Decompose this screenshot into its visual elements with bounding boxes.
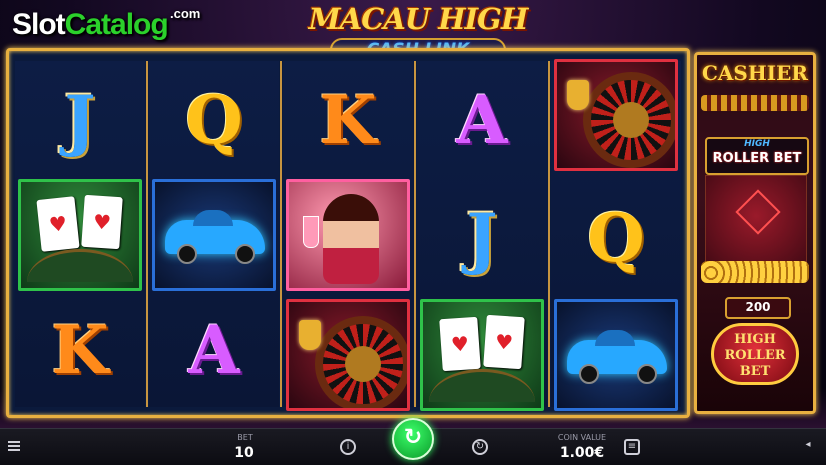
coin-value: 1.00€ xyxy=(559,445,605,461)
card-icon: ♥ xyxy=(36,196,80,252)
symbol-j: J xyxy=(417,179,547,297)
button-line: ROLLER xyxy=(724,348,786,363)
symbol-roulette-tile xyxy=(286,299,410,411)
reel-divider xyxy=(548,61,550,407)
car-wheel-icon xyxy=(579,364,599,384)
symbol-a: A xyxy=(417,61,547,179)
table-icon xyxy=(429,369,535,402)
symbol-letter: A xyxy=(188,311,240,389)
high-roller-bet-amount: 200 xyxy=(725,297,791,319)
symbol-j: J xyxy=(15,61,145,179)
coin-pile-icon xyxy=(701,261,809,283)
spin-icon: ↻ xyxy=(403,425,423,450)
symbol-k: K xyxy=(15,291,145,409)
diamond-icon xyxy=(735,189,781,235)
symbol-roulette-tile xyxy=(554,59,678,171)
reel-divider xyxy=(414,61,416,407)
autoplay-icon[interactable]: ↻ xyxy=(472,439,488,455)
lady-icon xyxy=(323,194,379,284)
symbol-letter: J xyxy=(64,81,96,159)
reel-divider xyxy=(146,61,148,407)
high-roller-bet-button[interactable]: HIGH ROLLER BET xyxy=(711,323,799,385)
bet-label: BET xyxy=(237,433,253,442)
symbol-a: A xyxy=(149,291,279,409)
symbol-letter: K xyxy=(51,311,109,389)
symbol-letter: A xyxy=(456,81,508,159)
info-icon[interactable]: i xyxy=(340,439,356,455)
car-wheel-icon xyxy=(235,244,255,264)
table-icon xyxy=(27,249,133,282)
sound-icon[interactable]: ◂ xyxy=(800,439,816,455)
card-icon: ♥ xyxy=(483,314,525,370)
button-line: BET xyxy=(739,364,771,379)
reel-divider xyxy=(280,61,282,407)
symbol-q: Q xyxy=(149,61,279,179)
symbol-letter: J xyxy=(466,199,498,277)
cashier-panel: CASHIER HIGH ROLLER BET 200 HIGH ROLLER … xyxy=(694,52,816,414)
bet-value: 10 xyxy=(234,445,254,461)
menu-icon[interactable] xyxy=(8,441,20,451)
button-line: HIGH xyxy=(734,332,776,347)
car-wheel-icon xyxy=(177,244,197,264)
symbol-letter: Q xyxy=(185,81,243,159)
spin-button[interactable]: ↻ xyxy=(392,418,434,460)
cashier-title: CASHIER xyxy=(702,61,808,85)
gold-ornament xyxy=(701,95,809,111)
symbol-cards-tile: ♥ ♥ xyxy=(18,179,142,291)
symbol-letter: K xyxy=(319,81,377,159)
wine-glass-icon xyxy=(303,216,319,248)
slotcatalog-watermark: SlotCatalog .com xyxy=(12,6,201,41)
coin-icon[interactable]: ≡ xyxy=(624,439,640,455)
sports-car-icon xyxy=(165,210,265,264)
symbol-car-tile xyxy=(554,299,678,411)
symbol-lady-tile xyxy=(286,179,410,291)
trophy-icon xyxy=(299,320,321,350)
high-roller-bet-sign: HIGH ROLLER BET xyxy=(705,137,809,175)
sports-car-icon xyxy=(567,330,667,384)
roulette-wheel-icon xyxy=(583,72,675,168)
trophy-icon xyxy=(567,80,589,110)
symbol-car-tile xyxy=(152,179,276,291)
card-icon: ♥ xyxy=(81,194,123,250)
symbol-k: K xyxy=(283,61,413,179)
coin-value-label: COIN VALUE xyxy=(557,433,607,442)
high-roller-sign-bottom: ROLLER BET xyxy=(712,151,802,166)
symbol-q: Q xyxy=(551,179,681,297)
card-icon: ♥ xyxy=(439,316,481,372)
roulette-wheel-icon xyxy=(315,316,407,408)
symbol-letter: Q xyxy=(587,199,645,277)
car-wheel-icon xyxy=(637,364,657,384)
symbol-cards-tile: ♥ ♥ xyxy=(420,299,544,411)
high-roller-sign-top: HIGH xyxy=(744,139,770,149)
reel-frame: J ♥ ♥ K Q A K A J ♥ ♥ Q xyxy=(6,48,690,418)
